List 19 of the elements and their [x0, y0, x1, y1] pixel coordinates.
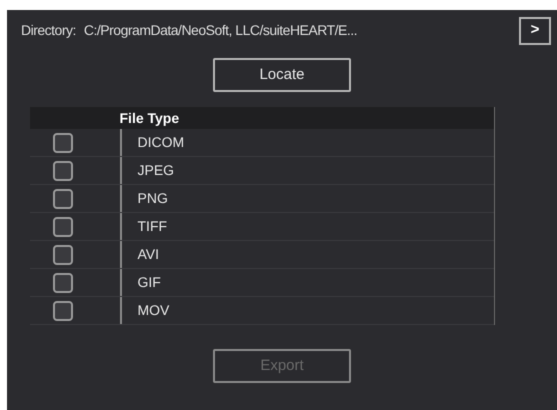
checkbox[interactable] [52, 244, 72, 264]
file-type-name: TIFF [138, 217, 168, 236]
directory-path: C:/ProgramData/NeoSoft, LLC/suiteHEART/E... [84, 21, 358, 40]
file-type-name: AVI [138, 245, 160, 264]
file-type-name: PNG [138, 189, 168, 208]
checkbox[interactable] [52, 300, 72, 320]
locate-button[interactable]: Locate [213, 58, 351, 92]
checkbox[interactable] [52, 272, 72, 292]
checkbox[interactable] [52, 216, 72, 236]
file-type-name: JPEG [138, 161, 174, 180]
file-type-name: MOV [138, 301, 170, 320]
browse-button[interactable]: > [519, 16, 551, 44]
checkbox[interactable] [52, 160, 72, 180]
checkbox[interactable] [52, 188, 72, 208]
directory-label: Directory: [21, 21, 76, 40]
file-type-name: DICOM [138, 133, 184, 152]
file-type-name: GIF [138, 273, 161, 292]
column-header: File Type [120, 108, 180, 128]
checkbox[interactable] [52, 132, 72, 152]
